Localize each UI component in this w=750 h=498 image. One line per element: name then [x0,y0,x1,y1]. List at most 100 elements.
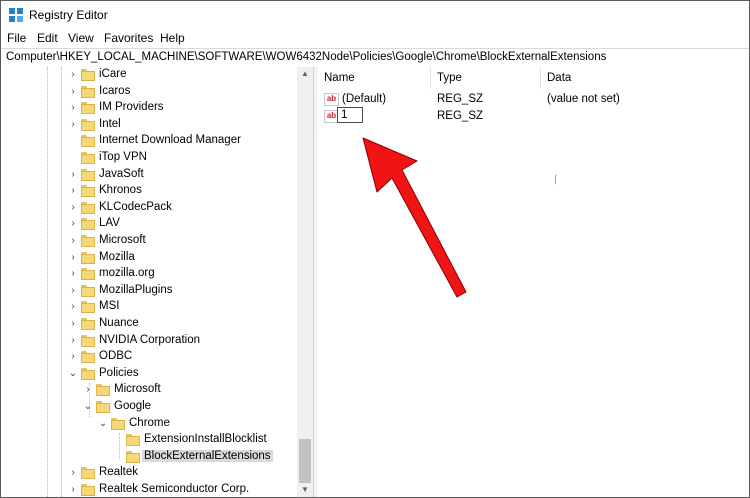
tree-node[interactable]: ⌄ Chrome [1,416,301,433]
tree-node[interactable]: › MSI [1,299,301,316]
key-tree: › iCare › Icaros › IM Providers › Intel Internet… [1,67,313,497]
chevron-right-icon[interactable]: › [67,467,79,479]
tree-node-label: ODBC [99,350,133,363]
folder-icon [81,201,95,214]
tree-node-label: mozilla.org [99,267,155,280]
tree-node-label: Microsoft [99,234,146,246]
tree-node[interactable]: BlockExternalExtensions [1,449,301,466]
scroll-up-arrow[interactable]: ▲ [297,67,313,81]
chevron-right-icon[interactable]: › [67,119,79,131]
tree-node-label: Icaros [99,84,131,97]
folder-icon [81,318,95,330]
folder-icon [81,218,95,231]
tree-node-label: BlockExternalExtensions [142,449,273,462]
chevron-right-icon[interactable]: › [67,318,79,330]
registry-editor-window: Registry Editor File Edit View Favorites… [0,0,750,498]
tree-node-label: iCare [99,68,127,80]
chevron-right-icon[interactable]: › [67,169,79,181]
tree-scrollbar[interactable]: ▲ ▼ [297,67,313,497]
folder-icon [81,467,95,480]
tree-node[interactable]: › iCare [1,67,301,84]
tree-node[interactable]: iTop VPN [1,150,301,167]
folder-icon [126,450,140,463]
tree-node-label: Google [114,400,152,412]
tree-node-label: MozillaPlugins [99,283,173,296]
chevron-right-icon [67,152,79,164]
tree-node[interactable]: ⌄ Google [1,399,301,416]
tree-node-label: Intel [99,117,121,130]
tree-node-label: JavaSoft [99,167,144,180]
tree-node-label: Policies [99,366,139,379]
menu-edit[interactable]: Edit [37,31,58,45]
address-bar[interactable]: Computer\HKEY_LOCAL_MACHINE\SOFTWARE\WOW… [1,48,749,68]
tree-node-label: NVIDIA Corporation [99,333,200,346]
folder-icon [81,135,95,148]
folder-icon [81,484,95,496]
chevron-right-icon[interactable]: › [67,268,79,280]
chevron-right-icon [112,434,124,446]
chevron-right-icon[interactable]: › [67,218,79,230]
menu-bar: File Edit View Favorites Help [1,28,749,48]
chevron-down-icon[interactable]: ⌄ [82,401,94,413]
tree-node[interactable]: › ODBC [1,349,301,366]
chevron-right-icon[interactable]: › [67,202,79,214]
tree-node[interactable]: › NVIDIA Corporation [1,333,301,350]
tree-node-label: Realtek Semiconductor Corp. [99,483,250,495]
folder-icon [81,85,95,98]
folder-icon [81,284,95,297]
scroll-down-arrow[interactable]: ▼ [297,483,313,497]
folder-icon [81,118,95,131]
chevron-right-icon[interactable]: › [82,384,94,396]
tree-node-label: KLCodecPack [99,200,172,213]
tree-node[interactable]: › Nuance [1,316,301,333]
menu-file[interactable]: File [7,31,26,45]
tree-node[interactable]: › Icaros [1,84,301,101]
tree-node[interactable]: ExtensionInstallBlocklist [1,432,301,449]
tree-node-label: Khronos [99,184,142,197]
tree-node[interactable]: › Microsoft [1,233,301,250]
tree-node-label: LAV [99,217,120,230]
title-bar[interactable]: Registry Editor [1,1,749,28]
folder-icon [81,152,95,164]
tree-node[interactable]: › LAV [1,216,301,233]
chevron-right-icon[interactable]: › [67,69,79,81]
chevron-right-icon[interactable]: › [67,301,79,313]
folder-icon [81,168,95,181]
tree-node-label: Internet Download Manager [99,134,241,147]
tree-node[interactable]: › mozilla.org [1,266,301,283]
tree-node[interactable]: Internet Download Manager [1,133,301,150]
chevron-right-icon[interactable]: › [67,86,79,98]
chevron-right-icon[interactable]: › [67,285,79,297]
scroll-thumb[interactable] [299,439,311,483]
tree-node[interactable]: › Mozilla [1,250,301,267]
chevron-right-icon[interactable]: › [67,252,79,264]
tree-node-label: ExtensionInstallBlocklist [144,433,267,446]
chevron-right-icon[interactable]: › [67,484,79,496]
tree-node[interactable]: › IM Providers [1,100,301,117]
chevron-right-icon[interactable]: › [67,335,79,347]
folder-icon [126,434,140,447]
chevron-down-icon[interactable]: ⌄ [67,368,79,380]
tree-node[interactable]: › Intel [1,117,301,134]
chevron-right-icon[interactable]: › [67,235,79,247]
chevron-right-icon[interactable]: › [67,102,79,114]
tree-node[interactable]: ⌄ Policies [1,366,301,383]
folder-icon [81,268,95,281]
tree-node[interactable]: › MozillaPlugins [1,283,301,300]
tree-node[interactable]: › Microsoft [1,382,301,399]
folder-icon [96,401,110,413]
chevron-right-icon[interactable]: › [67,185,79,197]
chevron-down-icon[interactable]: ⌄ [97,418,109,430]
menu-help[interactable]: Help [160,31,185,45]
folder-icon [81,251,95,264]
tree-node[interactable]: › Realtek [1,465,301,482]
folder-icon [81,334,95,347]
folder-icon [81,185,95,198]
menu-favorites[interactable]: Favorites [104,31,153,45]
tree-node[interactable]: › KLCodecPack [1,200,301,217]
menu-view[interactable]: View [68,31,94,45]
tree-node[interactable]: › Realtek Semiconductor Corp. [1,482,301,497]
tree-node[interactable]: › Khronos [1,183,301,200]
tree-node[interactable]: › JavaSoft [1,167,301,184]
chevron-right-icon[interactable]: › [67,351,79,363]
